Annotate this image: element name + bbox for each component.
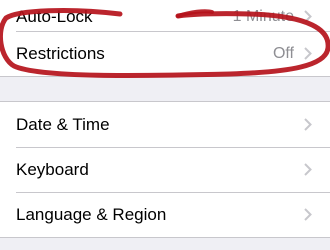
settings-group-bottom: Date & Time Keyboard Language & Region xyxy=(0,101,330,238)
auto-lock-row[interactable]: Auto-Lock 1 Minute xyxy=(0,0,330,31)
chevron-right-icon xyxy=(304,163,312,176)
auto-lock-label: Auto-Lock xyxy=(16,6,93,26)
keyboard-label: Keyboard xyxy=(16,159,89,179)
language-region-row[interactable]: Language & Region xyxy=(0,192,330,237)
keyboard-row[interactable]: Keyboard xyxy=(0,147,330,192)
restrictions-label: Restrictions xyxy=(16,43,105,63)
chevron-right-icon xyxy=(304,208,312,221)
auto-lock-value: 1 Minute xyxy=(232,7,294,25)
settings-group-top: Auto-Lock 1 Minute Restrictions Off xyxy=(0,0,330,77)
restrictions-row[interactable]: Restrictions Off xyxy=(0,31,330,76)
language-region-label: Language & Region xyxy=(16,204,167,224)
chevron-right-icon xyxy=(304,10,312,23)
date-time-row[interactable]: Date & Time xyxy=(0,102,330,147)
restrictions-value: Off xyxy=(272,44,294,62)
date-time-label: Date & Time xyxy=(16,114,110,134)
chevron-right-icon xyxy=(304,47,312,60)
chevron-right-icon xyxy=(304,118,312,131)
